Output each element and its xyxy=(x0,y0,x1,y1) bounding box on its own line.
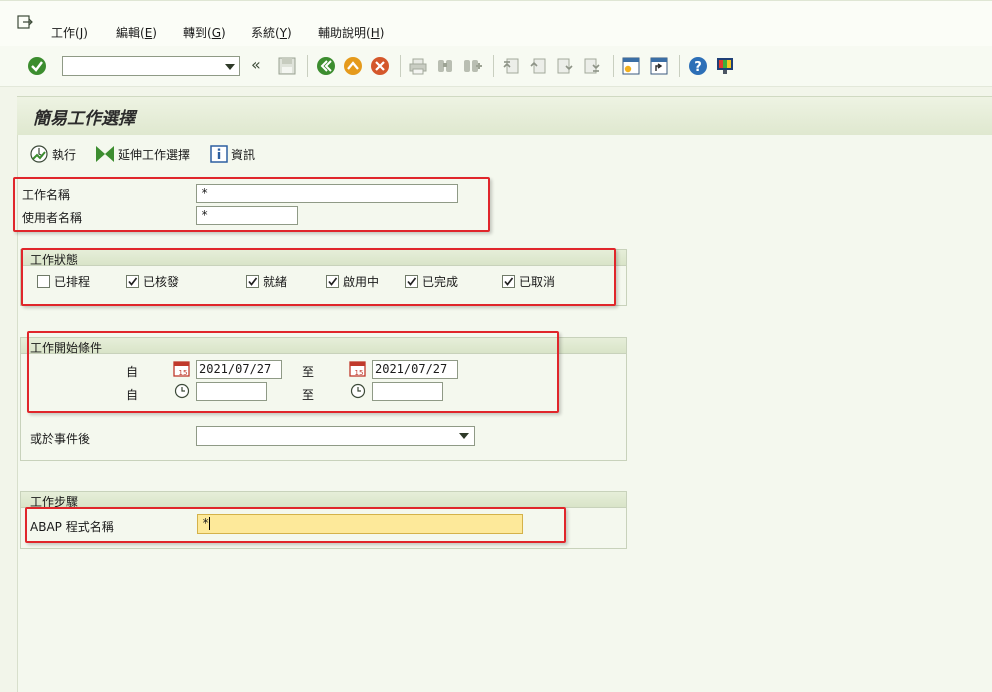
menu-edit[interactable]: 編輯(E) xyxy=(116,24,157,41)
find-next-icon[interactable] xyxy=(462,56,482,76)
new-session-icon[interactable] xyxy=(621,56,641,76)
separator xyxy=(307,55,308,77)
svg-text:?: ? xyxy=(694,60,702,75)
menu-exit-icon[interactable] xyxy=(17,15,33,29)
print-icon[interactable] xyxy=(408,56,428,76)
extended-job-selection-button[interactable]: 延伸工作選擇 xyxy=(95,144,190,164)
title-bar xyxy=(17,96,992,135)
next-page-icon[interactable] xyxy=(555,56,575,76)
separator xyxy=(613,55,614,77)
annotation-box xyxy=(13,177,490,232)
separator xyxy=(400,55,401,77)
execute-clock-icon xyxy=(30,145,48,163)
separator xyxy=(493,55,494,77)
separator xyxy=(679,55,680,77)
find-icon[interactable] xyxy=(435,56,455,76)
layout-menu-icon[interactable] xyxy=(715,56,735,76)
command-field[interactable] xyxy=(62,56,240,76)
command-dropdown-icon[interactable] xyxy=(225,64,235,70)
back-icon[interactable] xyxy=(316,56,336,76)
extended-selection-icon xyxy=(96,146,114,162)
group-header xyxy=(21,492,626,508)
cancel-icon[interactable] xyxy=(370,56,390,76)
shortcut-icon[interactable] xyxy=(649,56,669,76)
menu-goto[interactable]: 轉到(G) xyxy=(183,24,226,41)
enter-check-icon[interactable] xyxy=(27,56,47,76)
annotation-box xyxy=(25,507,566,543)
exit-icon[interactable] xyxy=(343,56,363,76)
annotation-box xyxy=(21,248,616,306)
menu-system[interactable]: 系統(Y) xyxy=(251,24,292,41)
last-page-icon[interactable] xyxy=(582,56,602,76)
execute-button[interactable]: 執行 xyxy=(29,144,76,164)
menu-help[interactable]: 輔助說明(H) xyxy=(318,24,384,41)
page-title: 簡易工作選擇 xyxy=(33,109,135,129)
annotation-box xyxy=(27,331,559,413)
chevron-down-icon[interactable] xyxy=(459,433,469,439)
collapse-command-icon[interactable]: « xyxy=(251,55,261,74)
menu-job[interactable]: 工作(J) xyxy=(51,24,88,41)
information-icon xyxy=(210,145,228,163)
save-icon[interactable] xyxy=(277,56,297,76)
previous-page-icon[interactable] xyxy=(528,56,548,76)
after-event-dropdown[interactable] xyxy=(196,426,475,446)
after-event-label: 或於事件後 xyxy=(30,432,91,446)
help-icon[interactable]: ? xyxy=(688,56,708,76)
first-page-icon[interactable] xyxy=(501,56,521,76)
information-button[interactable]: 資訊 xyxy=(210,144,255,164)
